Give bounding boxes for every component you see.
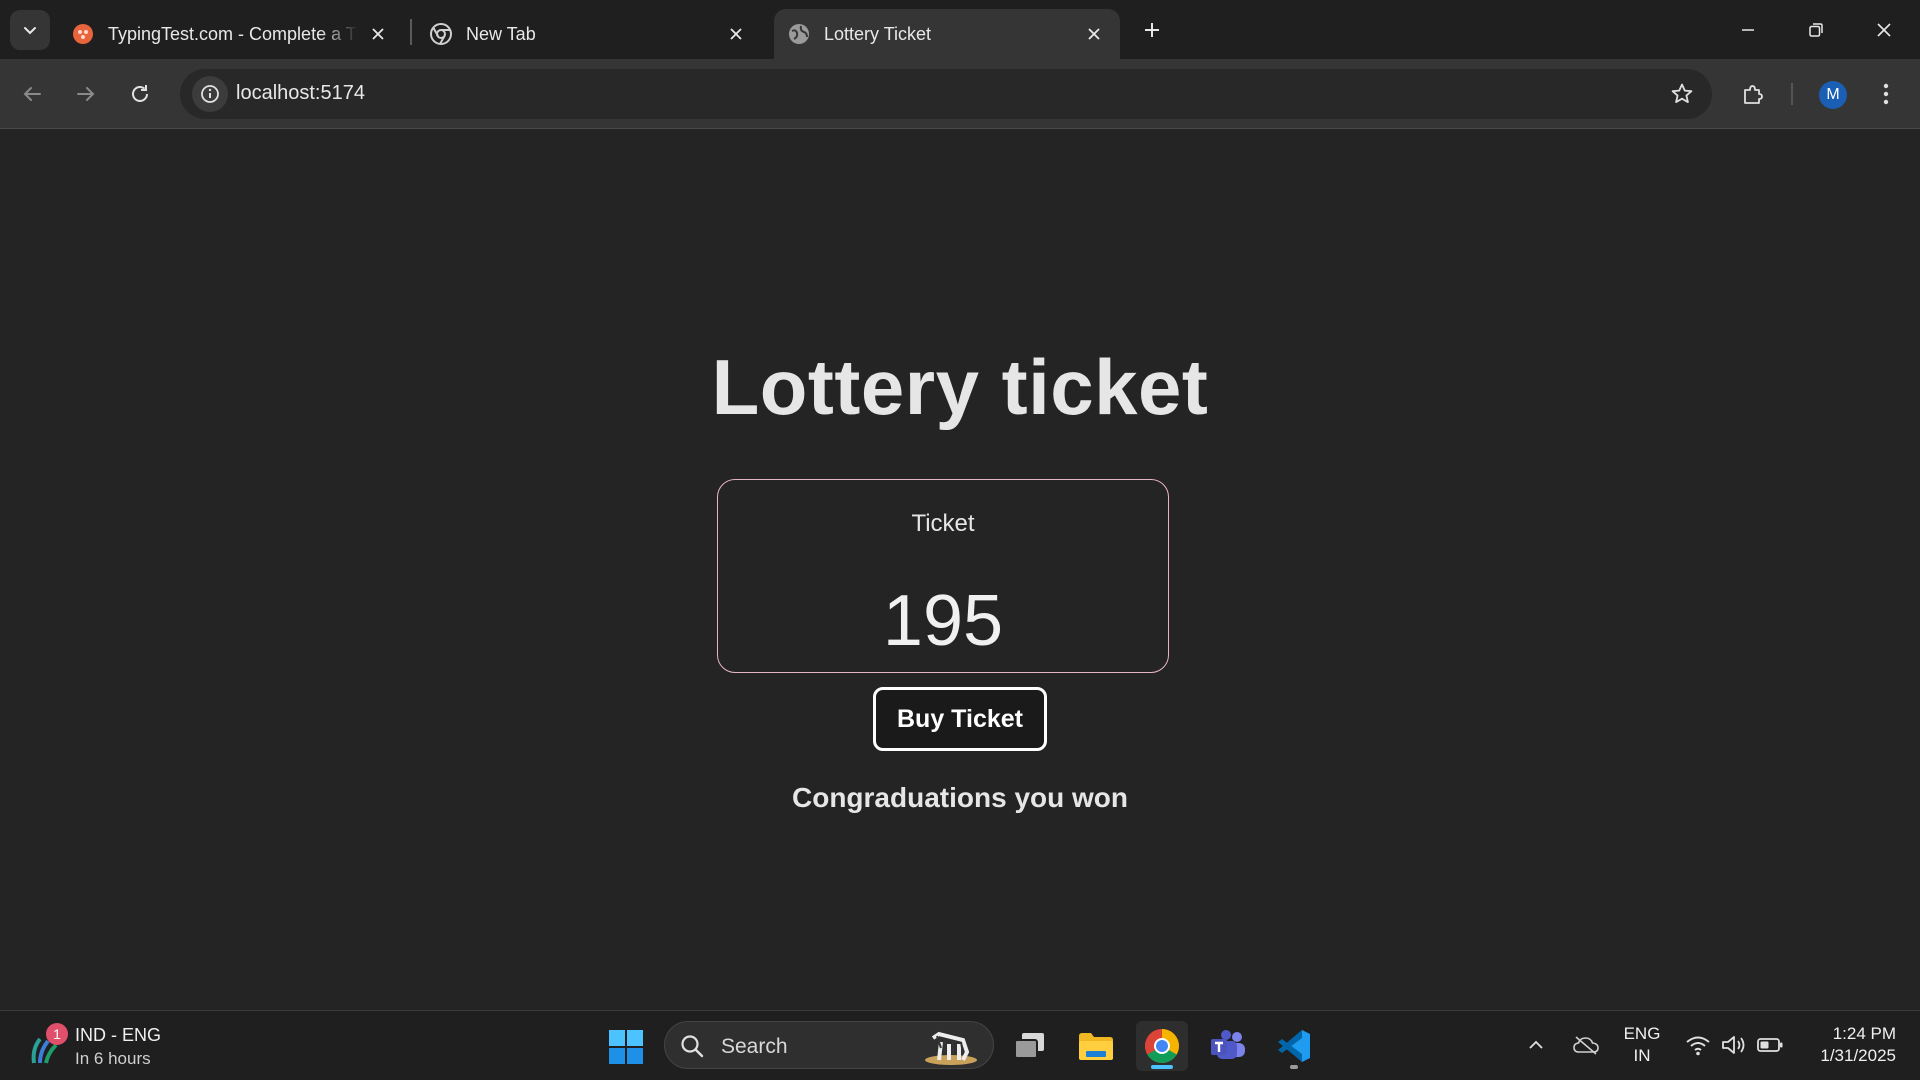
vscode-icon <box>1278 1030 1310 1062</box>
weather-subtitle: In 6 hours <box>75 1049 151 1068</box>
tab-title: Lottery Ticket <box>824 23 932 44</box>
ticket-number: 195 <box>882 581 1004 661</box>
windows-logo-icon <box>609 1030 643 1064</box>
onedrive-tray-button[interactable] <box>1572 1031 1600 1059</box>
address-bar[interactable]: localhost:5174 <box>180 69 1712 119</box>
running-app-indicator <box>1290 1065 1298 1069</box>
chevron-up-icon <box>1529 1040 1543 1049</box>
taskbar-search[interactable]: Search <box>664 1021 994 1069</box>
taskbar-task-view[interactable] <box>1004 1021 1056 1071</box>
browser-tab-strip: TypingTest.com - Complete a Ty New Tab L… <box>0 0 1920 59</box>
tab-typingtest[interactable]: TypingTest.com - Complete a Ty <box>58 9 404 59</box>
new-tab-button[interactable] <box>1136 12 1168 48</box>
tab-separator <box>410 19 412 45</box>
minimize-icon <box>1742 28 1754 31</box>
zebra-icon <box>925 1031 977 1065</box>
notification-badge: 1 <box>46 1023 68 1045</box>
info-icon <box>201 85 219 103</box>
arrow-left-icon <box>23 87 41 101</box>
more-vertical-icon <box>1883 83 1889 105</box>
arrow-right-icon <box>77 87 95 101</box>
restore-button[interactable] <box>1782 0 1850 59</box>
toolbar-divider <box>1791 83 1793 105</box>
clock-time: 1:24 PM <box>1832 1024 1896 1043</box>
wifi-icon <box>1686 1036 1710 1056</box>
puzzle-icon <box>1744 85 1763 104</box>
extensions-button[interactable] <box>1735 76 1771 112</box>
result-message: Congraduations you won <box>792 782 1128 813</box>
buy-ticket-button[interactable]: Buy Ticket <box>873 687 1047 751</box>
bookmark-button[interactable] <box>1668 80 1696 108</box>
folder-icon <box>1079 1033 1113 1060</box>
taskbar-file-explorer[interactable] <box>1070 1021 1122 1071</box>
close-icon <box>1877 22 1891 37</box>
typingtest-favicon-icon <box>72 23 94 45</box>
menu-button[interactable] <box>1868 76 1904 112</box>
tab-new-tab[interactable]: New Tab <box>416 9 762 59</box>
tab-close-icon[interactable] <box>1080 20 1108 48</box>
ticket-label: Ticket <box>911 510 975 537</box>
system-clock[interactable]: 1:24 PM 1/31/2025 <box>1796 1023 1896 1067</box>
search-placeholder: Search <box>721 1035 788 1058</box>
tab-search-button[interactable] <box>10 10 50 50</box>
teams-icon <box>1211 1030 1245 1059</box>
start-button[interactable] <box>604 1025 648 1069</box>
chrome-favicon-icon <box>430 23 452 45</box>
volume-button[interactable] <box>1720 1031 1748 1059</box>
cloud-offline-icon <box>1573 1036 1599 1055</box>
close-window-button[interactable] <box>1850 0 1918 59</box>
task-view-icon <box>1014 1033 1044 1059</box>
forward-button[interactable] <box>68 76 104 112</box>
chevron-down-icon <box>24 27 36 35</box>
volume-icon <box>1722 1036 1745 1054</box>
search-icon <box>681 1035 704 1058</box>
globe-favicon-icon <box>788 23 810 45</box>
battery-icon <box>1757 1038 1783 1052</box>
taskbar-teams[interactable] <box>1202 1021 1254 1071</box>
network-button[interactable] <box>1684 1031 1712 1059</box>
browser-toolbar: localhost:5174 M <box>0 59 1920 129</box>
site-info-button[interactable] <box>192 76 228 112</box>
star-icon <box>1671 83 1693 103</box>
show-hidden-icons-button[interactable] <box>1522 1031 1550 1059</box>
taskbar-vscode[interactable] <box>1268 1021 1320 1071</box>
reload-icon <box>132 85 148 102</box>
language-region: IN <box>1633 1046 1651 1065</box>
clock-date: 1/31/2025 <box>1820 1046 1896 1065</box>
ticket-card: Ticket 195 <box>717 479 1169 673</box>
chrome-icon <box>1145 1029 1179 1063</box>
input-language-indicator[interactable]: ENG IN <box>1620 1023 1664 1067</box>
plus-icon <box>1145 23 1159 37</box>
page-content: Lottery ticket Ticket 195 Buy Ticket Con… <box>0 130 1920 1010</box>
tab-lottery-ticket[interactable]: Lottery Ticket <box>774 9 1120 59</box>
taskbar-chrome[interactable] <box>1136 1021 1188 1071</box>
minimize-button[interactable] <box>1714 0 1782 59</box>
back-button[interactable] <box>14 76 50 112</box>
tab-title: TypingTest.com - Complete a Ty <box>108 23 358 44</box>
language-code: ENG <box>1623 1024 1661 1043</box>
restore-icon <box>1809 22 1823 37</box>
active-app-indicator <box>1151 1065 1173 1069</box>
weather-title: IND - ENG <box>75 1025 162 1045</box>
windows-taskbar: 1 IND - ENG In 6 hours Search ENG IN 1:2… <box>0 1010 1920 1080</box>
tab-close-icon[interactable] <box>722 20 750 48</box>
weather-widget[interactable]: 1 IND - ENG In 6 hours <box>28 1021 228 1071</box>
profile-avatar[interactable]: M <box>1819 81 1847 109</box>
tab-title: New Tab <box>466 23 536 44</box>
battery-button[interactable] <box>1756 1031 1784 1059</box>
tab-close-icon[interactable] <box>364 20 392 48</box>
url-text[interactable]: localhost:5174 <box>236 82 365 105</box>
reload-button[interactable] <box>122 76 158 112</box>
page-title: Lottery ticket <box>711 343 1209 431</box>
